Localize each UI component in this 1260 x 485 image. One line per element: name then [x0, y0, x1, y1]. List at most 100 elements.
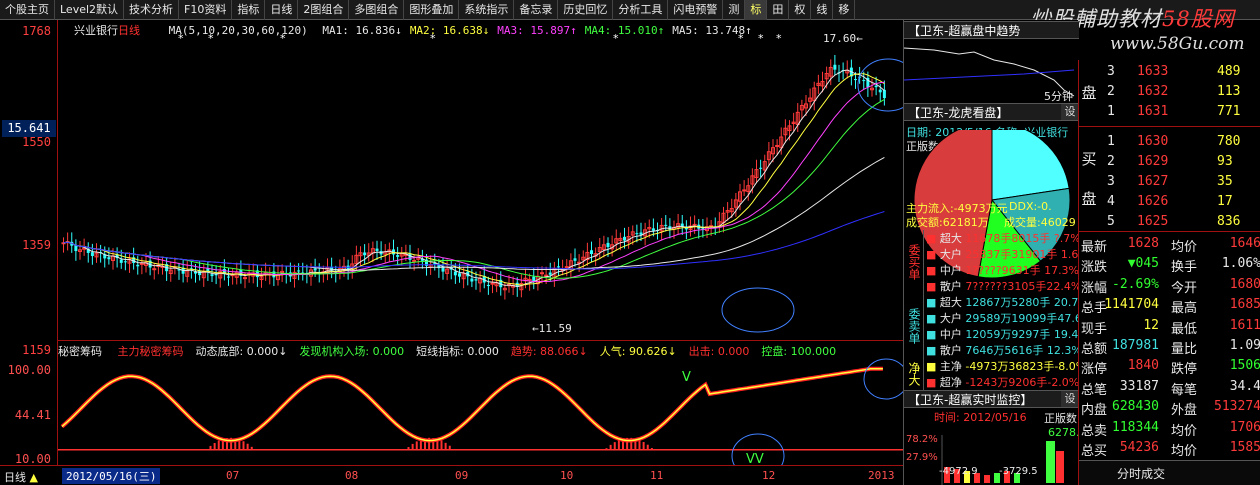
stat-value: 1.09	[1229, 338, 1260, 353]
indicator-values: 主力秘密筹码 动态底部: 0.000↓ 发现机构入场: 0.000 短线指标: 0.0…	[106, 345, 837, 358]
toolbar-item-3[interactable]: F10资料	[179, 0, 233, 20]
ma-value-4: MA4: 15.010↑	[584, 24, 665, 37]
breakdown-row: ■ 中户 1?????9631手 17.3%	[926, 262, 1079, 278]
quote-panel: 盘 3 1633 489 2 1632 113 1 1631 771 买 盘 1 1630 780 2…	[1078, 60, 1260, 485]
toolbar-item-7[interactable]: 多图组合	[349, 0, 405, 20]
toolbar-item-6[interactable]: 2图组合	[298, 0, 350, 20]
axis-label: 1550	[22, 135, 51, 149]
stat-row: 总手 1141704 最高 1685	[1079, 295, 1260, 316]
candle	[123, 253, 127, 271]
toolbar-item-14[interactable]: 测	[723, 0, 746, 20]
ind-axis-label: 44.41	[14, 408, 51, 422]
bottom-period[interactable]: 日线 ▲	[4, 469, 38, 485]
toolbar-item-4[interactable]: 指标	[232, 0, 266, 20]
buy-level-1[interactable]: 1 1630 780	[1079, 132, 1260, 153]
buy-level-4[interactable]: 4 1626 17	[1079, 192, 1260, 213]
trend-panel-title[interactable]: 【卫东-超赢盘中趋势	[904, 21, 1079, 39]
candle	[86, 242, 90, 263]
candle	[676, 213, 681, 234]
time-axis: 日线 ▲ 2012/05/16(三) 07 08 09 10 11 12 201…	[0, 465, 903, 485]
annotation-circle	[863, 358, 903, 400]
toolbar-item-17[interactable]: 权	[789, 0, 812, 20]
buy-level-5[interactable]: 5 1625 836	[1079, 212, 1260, 233]
sell-level-2[interactable]: 2 1632 113	[1079, 82, 1260, 103]
level: 1	[1107, 134, 1115, 149]
longhu-panel-title[interactable]: 【卫东-龙虎看盘】 设	[904, 103, 1079, 121]
candle	[766, 141, 771, 166]
stat-value: 54236	[1119, 440, 1159, 455]
price: 1630	[1137, 134, 1169, 149]
toolbar-item-2[interactable]: 技术分析	[124, 0, 180, 20]
stat-value: 628430	[1112, 399, 1159, 415]
candle	[288, 262, 292, 282]
candle	[370, 241, 375, 263]
watermark-text-red: 58股网	[1162, 7, 1235, 31]
row-marker: ■	[926, 296, 940, 309]
breakdown-row: ■ 主净 -4973万36823手-8.0%	[926, 358, 1079, 374]
candle	[746, 178, 751, 201]
stat-label: 量比	[1171, 342, 1198, 357]
indicator-pane[interactable]: V VV 秘密筹码 主力秘密筹码 动态底部: 0.000↓ 发现机构入场: 0.000…	[58, 340, 903, 466]
level: 3	[1107, 174, 1115, 189]
candle	[664, 215, 668, 232]
breakdown-row: ■ 散户 7??????3105手22.4%	[926, 278, 1079, 294]
candle	[812, 81, 817, 111]
axis-label: 1159	[22, 343, 51, 357]
row-label: 超大	[939, 232, 962, 245]
kline-chart[interactable]: * * * * * * * * 兴业银行日线 MA(5,10,20,30,60,120) MA…	[58, 20, 903, 340]
candle	[201, 263, 206, 287]
signal-v: V	[682, 370, 691, 385]
row-value: -1243万9206手-2.0%	[961, 376, 1079, 389]
stat-label: 现手	[1081, 321, 1108, 337]
settings-button[interactable]: 设	[1061, 391, 1079, 407]
candle	[557, 258, 560, 277]
candle	[392, 239, 395, 261]
row-label: 超大	[939, 296, 962, 309]
buy-level-3[interactable]: 3 1627 35	[1079, 172, 1260, 193]
toolbar-item-13[interactable]: 闪电预警	[668, 0, 724, 20]
stat-value: 513274	[1214, 399, 1260, 415]
ind-axis-label: 10.00	[14, 452, 51, 466]
toolbar-item-12[interactable]: 分析工具	[613, 0, 669, 20]
toolbar-item-5[interactable]: 日线	[265, 0, 299, 20]
annotation-circle	[721, 287, 795, 333]
ma-line-1	[63, 69, 885, 288]
minute-label[interactable]: 5分钟	[1044, 88, 1073, 104]
sell-level-1[interactable]: 1 1631 771	[1079, 102, 1260, 123]
toolbar-item-1[interactable]: Level2默认	[55, 0, 125, 20]
stat-row: 涨跌 ▼045 换手 1.06%	[1079, 254, 1260, 275]
candle	[808, 88, 813, 109]
candle	[65, 232, 70, 251]
candle	[227, 267, 230, 286]
indicator-svg: VVV	[58, 358, 903, 466]
stat-label: 内盘	[1081, 403, 1108, 419]
toolbar-item-10[interactable]: 备忘录	[514, 0, 559, 20]
wei-sell-label: 委卖单	[904, 294, 924, 358]
toolbar-item-0[interactable]: 个股主页	[0, 0, 55, 20]
toolbar-item-16[interactable]: 田	[767, 0, 790, 20]
monitor-panel-title[interactable]: 【卫东-超赢实时监控】 设	[904, 390, 1079, 408]
candle	[445, 259, 450, 281]
stat-label: 均价	[1171, 240, 1198, 255]
toolbar-item-18[interactable]: 线	[811, 0, 834, 20]
settings-button[interactable]: 设	[1061, 104, 1079, 120]
toolbar-item-8[interactable]: 图形叠加	[404, 0, 460, 20]
candle	[127, 252, 132, 273]
sell-level-3[interactable]: 3 1633 489	[1079, 62, 1260, 83]
toolbar-item-19[interactable]: 移	[833, 0, 856, 20]
row-marker: ■	[926, 328, 940, 341]
tab-ticks[interactable]: 分时成交	[1117, 465, 1165, 482]
stock-name: 兴业银行	[74, 24, 118, 37]
volume: 17	[1217, 194, 1233, 209]
indicator-name: 秘密筹码	[58, 345, 102, 358]
buy-level-2[interactable]: 2 1629 93	[1079, 152, 1260, 173]
toolbar-item-9[interactable]: 系统指示	[459, 0, 515, 20]
indicator-item-6: 出击: 0.000	[688, 345, 750, 358]
toolbar-item-15[interactable]: 标	[745, 0, 768, 20]
indicator-item-7: 控盘: 100.000	[761, 345, 837, 358]
stat-value: 1141704	[1104, 297, 1159, 313]
breakdown-row: ■ 中户 12059万9297手 19.4%	[926, 326, 1079, 342]
candle	[601, 235, 606, 258]
toolbar-item-11[interactable]: 历史回忆	[558, 0, 614, 20]
candle	[387, 242, 392, 262]
